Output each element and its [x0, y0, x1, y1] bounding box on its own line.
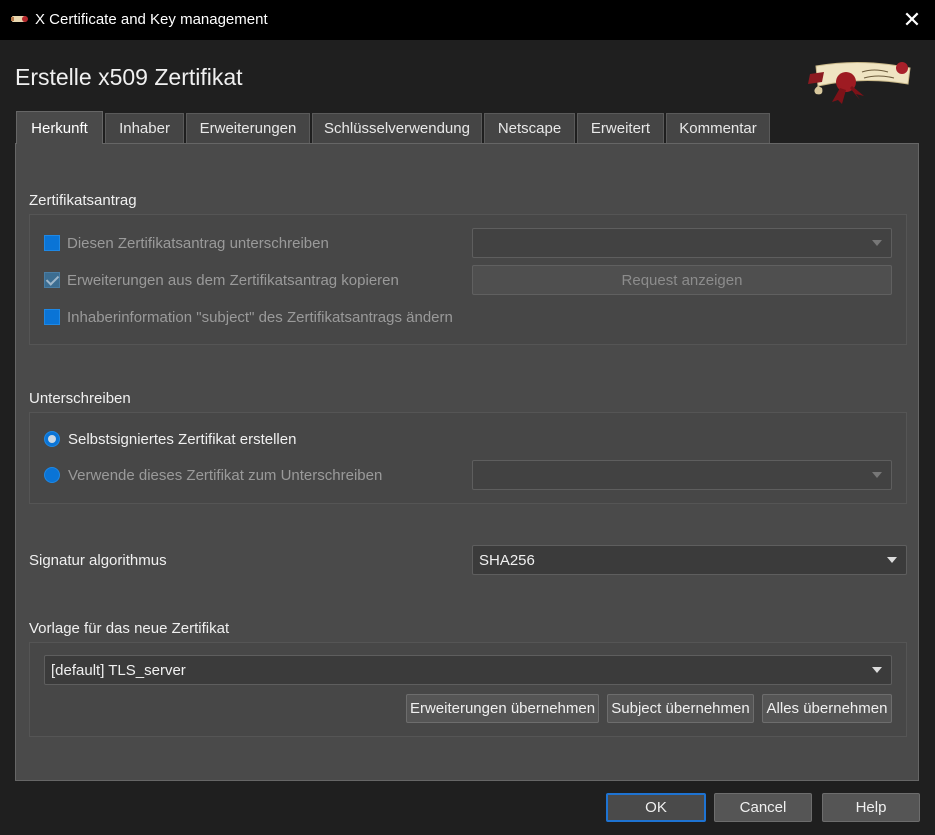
chevron-down-icon	[872, 240, 882, 246]
apply-all-button[interactable]: Alles übernehmen	[762, 694, 892, 723]
modify-subject-label: Inhaberinformation "subject" des Zertifi…	[67, 309, 453, 326]
self-signed-label: Selbstsigniertes Zertifikat erstellen	[68, 431, 297, 448]
show-request-button[interactable]: Request anzeigen	[472, 265, 892, 295]
scroll-seal-logo	[808, 61, 911, 104]
template-select[interactable]: [default] TLS_server	[44, 655, 892, 685]
self-signed-radio[interactable]	[44, 431, 60, 447]
help-button[interactable]: Help	[822, 793, 920, 822]
tab-erweitert[interactable]: Erweitert	[577, 113, 664, 143]
close-button[interactable]: ✕	[889, 0, 935, 40]
apply-extensions-button[interactable]: Erweiterungen übernehmen	[406, 694, 599, 723]
chevron-down-icon	[887, 557, 897, 563]
tab-erweiterungen[interactable]: Erweiterungen	[186, 113, 310, 143]
page-title: Erstelle x509 Zertifikat	[15, 64, 243, 90]
ok-button[interactable]: OK	[606, 793, 706, 822]
sign-request-label: Diesen Zertifikatsantrag unterschreiben	[67, 235, 329, 252]
apply-subject-button[interactable]: Subject übernehmen	[607, 694, 754, 723]
tab-herkunft[interactable]: Herkunft	[16, 111, 103, 144]
signature-algorithm-select[interactable]: SHA256	[472, 545, 907, 575]
use-ca-label: Verwende dieses Zertifikat zum Unterschr…	[68, 467, 383, 484]
signature-algorithm-label: Signatur algorithmus	[29, 552, 167, 569]
cancel-button[interactable]: Cancel	[714, 793, 812, 822]
copy-extensions-label: Erweiterungen aus dem Zertifikatsantrag …	[67, 272, 399, 289]
template-select-value: [default] TLS_server	[51, 661, 186, 679]
sign-request-checkbox[interactable]	[44, 235, 60, 251]
tab-kommentar[interactable]: Kommentar	[666, 113, 770, 143]
chevron-down-icon	[872, 472, 882, 478]
modify-subject-checkbox[interactable]	[44, 309, 60, 325]
title-bar: X Certificate and Key management ✕	[0, 0, 935, 40]
template-section-label: Vorlage für das neue Zertifikat	[29, 620, 230, 637]
tab-inhaber[interactable]: Inhaber	[105, 113, 184, 143]
signature-algorithm-value: SHA256	[479, 551, 535, 569]
ca-select[interactable]	[472, 460, 892, 490]
copy-extensions-checkbox[interactable]	[44, 272, 60, 288]
tab-schluesselverwendung[interactable]: Schlüsselverwendung	[312, 113, 482, 143]
close-icon: ✕	[902, 7, 922, 32]
chevron-down-icon	[872, 667, 882, 673]
tab-netscape[interactable]: Netscape	[484, 113, 575, 143]
use-ca-radio[interactable]	[44, 467, 60, 483]
request-select[interactable]	[472, 228, 892, 258]
certificate-scroll-icon	[11, 16, 28, 22]
signing-section-label: Unterschreiben	[29, 390, 131, 407]
request-section-label: Zertifikatsantrag	[29, 192, 137, 209]
window-title: X Certificate and Key management	[35, 11, 268, 28]
signing-group	[29, 412, 907, 504]
